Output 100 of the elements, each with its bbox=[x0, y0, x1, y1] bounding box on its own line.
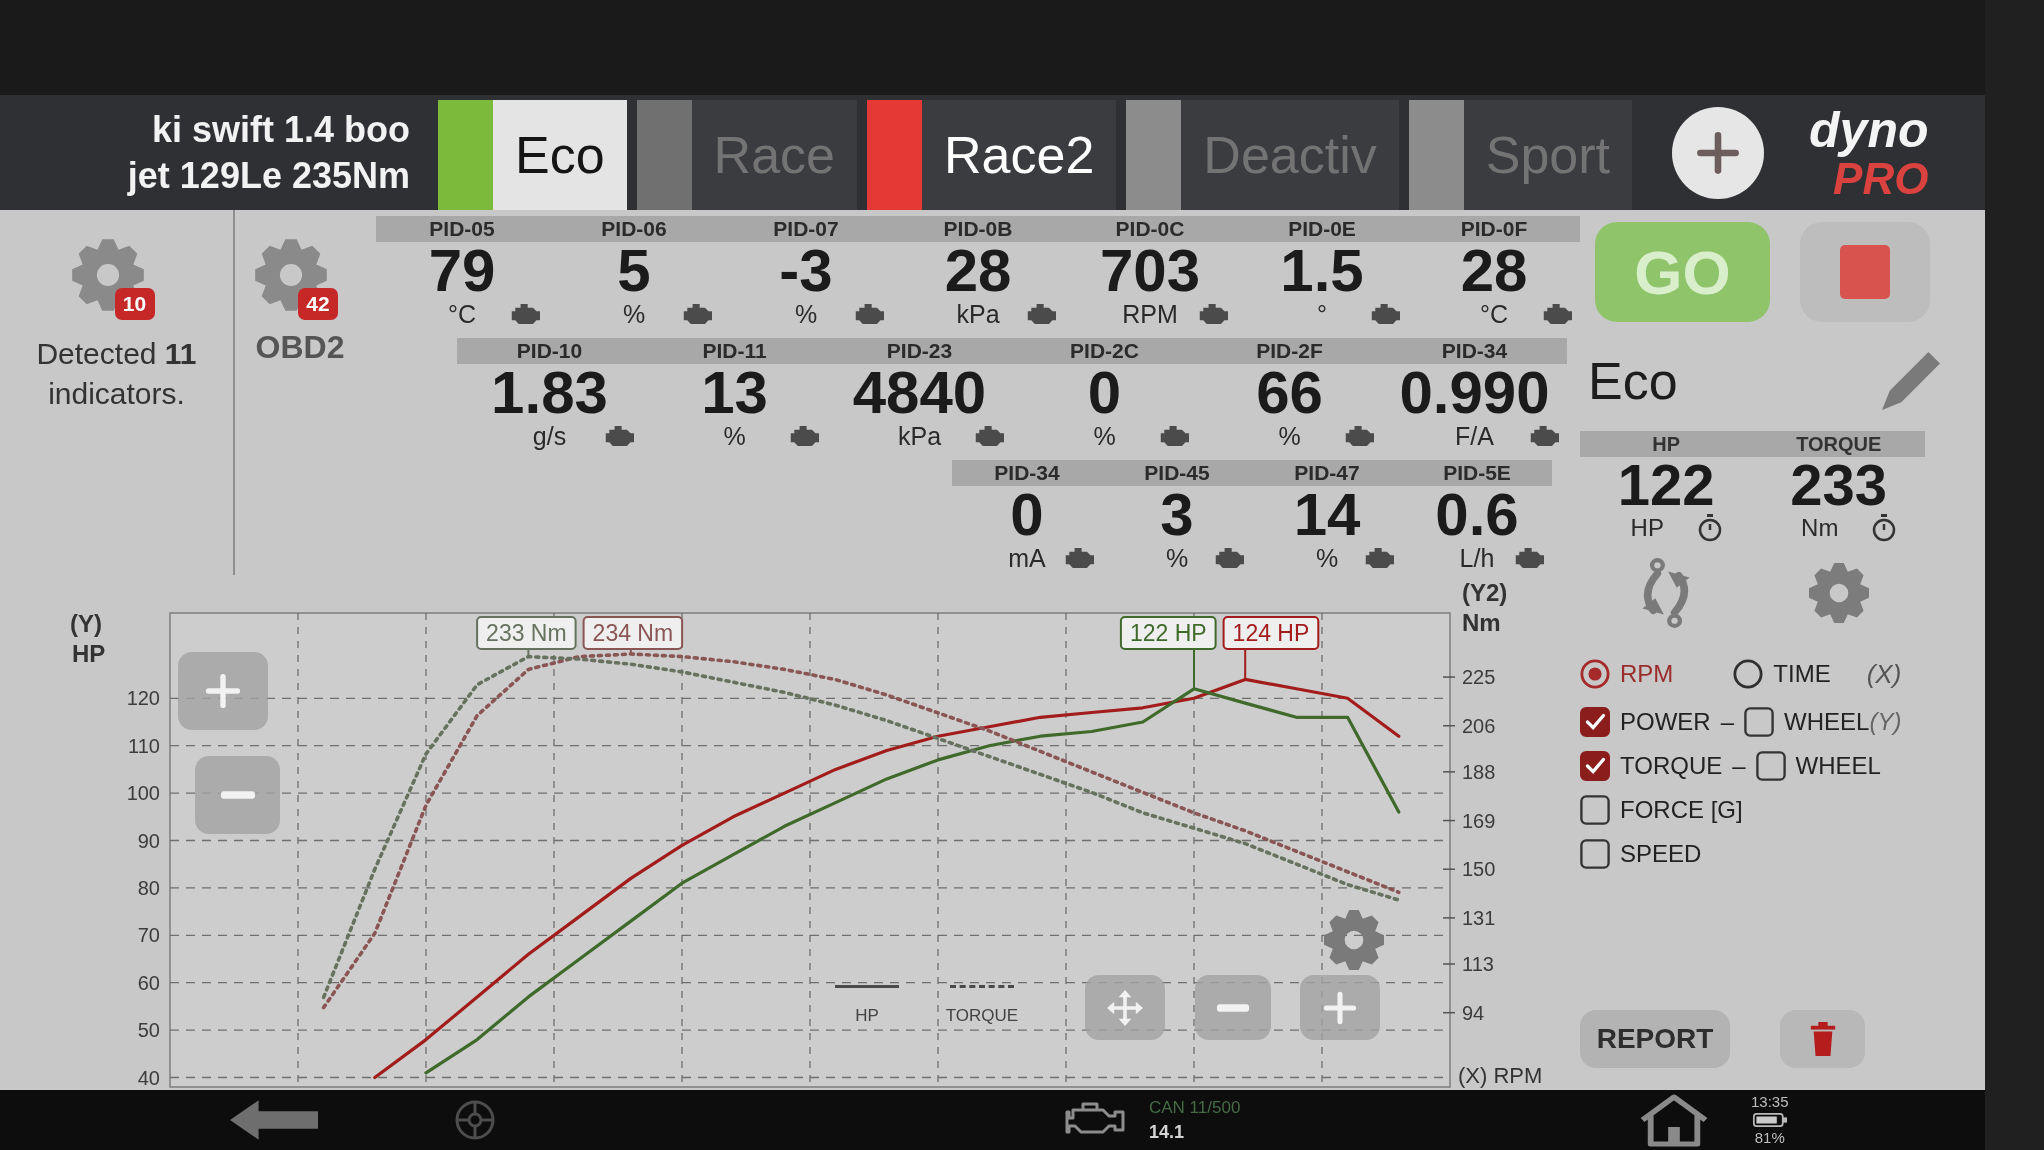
readout-value: 122 bbox=[1617, 457, 1715, 513]
axis-tick-label: 70 bbox=[137, 924, 160, 947]
back-arrow-icon[interactable] bbox=[230, 1098, 318, 1142]
pid-value: 3 bbox=[1160, 486, 1194, 544]
pid-value: 0.990 bbox=[1399, 364, 1550, 422]
pid-unit: °C bbox=[447, 300, 477, 328]
annotation: 122 HP bbox=[1129, 620, 1207, 646]
engine-icon bbox=[1159, 426, 1189, 446]
pid-unit: kPa bbox=[897, 422, 942, 450]
pid-label: PID-05 bbox=[428, 216, 496, 242]
pid-value: 0 bbox=[1010, 486, 1044, 544]
pid-value: 0 bbox=[1087, 364, 1122, 422]
pid-value: 66 bbox=[1256, 364, 1323, 422]
radio-label: TIME bbox=[1773, 660, 1831, 688]
checkbox-label: TORQUE bbox=[1620, 752, 1723, 780]
engine-icon bbox=[1529, 426, 1559, 446]
gear-icon[interactable] bbox=[254, 238, 328, 312]
engine-icon bbox=[1064, 548, 1094, 568]
axis-tick-label: 225 bbox=[1462, 666, 1496, 689]
checkbox[interactable] bbox=[1580, 707, 1610, 737]
pid-label: PID-2C bbox=[1069, 338, 1140, 364]
pid-unit: % bbox=[1093, 422, 1116, 450]
pid-value: 14 bbox=[1293, 486, 1361, 544]
engine-icon bbox=[1370, 304, 1400, 324]
count-badge: 10 bbox=[114, 288, 155, 320]
pid-value: 703 bbox=[1099, 242, 1201, 300]
pencil-icon[interactable] bbox=[1882, 351, 1940, 410]
pid-unit: % bbox=[622, 300, 646, 328]
pid-label: PID-23 bbox=[885, 338, 954, 364]
pid-value: 79 bbox=[428, 242, 496, 300]
readout-value: 233 bbox=[1790, 457, 1888, 513]
engine-icon bbox=[974, 426, 1004, 446]
peak-callout: 124 HP bbox=[1222, 616, 1320, 681]
engine-icon bbox=[1514, 548, 1544, 568]
engine-icon bbox=[854, 304, 884, 324]
status-text: Detected 11 indicators. bbox=[35, 336, 198, 412]
checkbox-label: SPEED bbox=[1620, 840, 1702, 868]
radio-button[interactable] bbox=[1733, 659, 1764, 689]
stopwatch-icon[interactable] bbox=[1697, 514, 1722, 542]
pid-label: PID-0E bbox=[1287, 216, 1357, 242]
pid-value: 0.6 bbox=[1435, 486, 1519, 544]
checkbox[interactable] bbox=[1744, 707, 1775, 737]
pid-label: PID-5E bbox=[1442, 460, 1512, 486]
pid-unit: % bbox=[794, 300, 818, 328]
radio-button[interactable] bbox=[1580, 659, 1610, 689]
peak-callout: 234 Nm bbox=[582, 616, 684, 655]
pid-value: -3 bbox=[779, 242, 833, 300]
zoom-out-button[interactable] bbox=[1195, 975, 1271, 1040]
pid-label: PID-45 bbox=[1143, 460, 1211, 486]
axis-tick-label: 113 bbox=[1462, 953, 1494, 975]
vehicle-name: ki swift 1.4 boo bbox=[151, 107, 410, 152]
axis-title: HP bbox=[72, 640, 106, 667]
checkbox[interactable] bbox=[1580, 839, 1610, 869]
wheel-icon[interactable] bbox=[455, 1100, 495, 1140]
axis-tick-label: 169 bbox=[1462, 809, 1496, 832]
pid-unit: mA bbox=[1008, 544, 1046, 572]
pan-button[interactable] bbox=[1085, 975, 1165, 1040]
pid-label: PID-06 bbox=[600, 216, 668, 242]
gear-icon[interactable] bbox=[1807, 562, 1870, 624]
stopwatch-icon[interactable] bbox=[1872, 514, 1897, 542]
delete-button[interactable] bbox=[1780, 1010, 1865, 1068]
checkbox[interactable] bbox=[1755, 751, 1786, 781]
count-badge: 42 bbox=[298, 288, 338, 320]
gear-icon[interactable] bbox=[1323, 909, 1385, 971]
axis-tick-label: 120 bbox=[126, 687, 160, 710]
axis-title: (Y2) bbox=[1462, 579, 1508, 606]
checkbox[interactable] bbox=[1580, 795, 1610, 825]
stop-button[interactable] bbox=[1800, 222, 1930, 322]
peak-callout: 122 HP bbox=[1119, 616, 1217, 690]
pid-label: PID-11 bbox=[701, 338, 768, 364]
axis-tag: (Y) bbox=[1869, 708, 1902, 736]
axis-title: Nm bbox=[1462, 609, 1501, 636]
axis-tag: (X) bbox=[1866, 660, 1902, 688]
axis-tick-label: 188 bbox=[1462, 760, 1496, 783]
pid-unit: kPa bbox=[956, 300, 1000, 328]
obd-label: OBD2 bbox=[255, 328, 345, 366]
axis-tick-label: 110 bbox=[128, 734, 160, 757]
axis-tick-label: 94 bbox=[1462, 1001, 1485, 1024]
pid-value: 5 bbox=[617, 242, 651, 300]
pid-label: PID-0F bbox=[1459, 216, 1529, 242]
zoom-in-button[interactable] bbox=[1300, 975, 1380, 1040]
vehicle-name: jet 129Le 235Nm bbox=[127, 153, 410, 198]
axis-tick-label: 60 bbox=[137, 971, 160, 994]
pid-unit: % bbox=[1165, 544, 1189, 572]
engine-icon bbox=[1364, 548, 1394, 568]
axis-tick-label: 150 bbox=[1462, 858, 1496, 881]
axis-tick-label: 40 bbox=[137, 1066, 160, 1089]
gear-icon[interactable] bbox=[70, 238, 145, 312]
report-button[interactable]: REPORT bbox=[1580, 1010, 1730, 1068]
battery-text: 81% bbox=[1754, 1129, 1785, 1147]
legend-label: HP bbox=[855, 1006, 879, 1026]
pid-unit: % bbox=[1278, 422, 1301, 450]
minus-icon bbox=[1216, 1002, 1250, 1013]
checkbox[interactable] bbox=[1580, 751, 1610, 781]
checkbox-label: FORCE [G] bbox=[1620, 796, 1743, 824]
home-icon[interactable] bbox=[1639, 1093, 1709, 1147]
go-button[interactable]: GO bbox=[1595, 222, 1770, 322]
annotation: 124 HP bbox=[1232, 620, 1310, 646]
pid-label: PID-2F bbox=[1255, 338, 1324, 364]
dash-text: – bbox=[1732, 752, 1746, 780]
